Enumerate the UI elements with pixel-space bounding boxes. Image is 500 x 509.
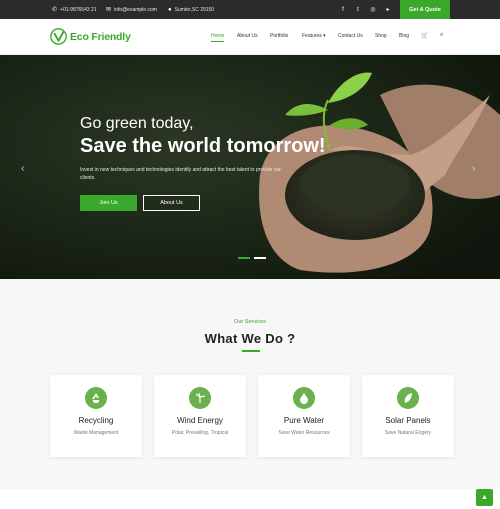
email-address[interactable]: info@example.com — [114, 7, 157, 13]
nav-home[interactable]: Home — [211, 33, 225, 42]
services-kicker: Our Services — [234, 319, 266, 325]
back-to-top-icon[interactable]: ▲ — [476, 489, 493, 506]
youtube-icon[interactable]: ▸ — [385, 6, 391, 13]
service-card-solar-panels[interactable]: Solar Panels Save Natural Engery — [362, 375, 454, 457]
service-subtitle: Waste Management — [73, 430, 119, 436]
service-card-pure-water[interactable]: Pure Water Save Water Resources — [258, 375, 350, 457]
map-marker-icon: ● — [168, 6, 172, 13]
hero-title: Save the world tomorrow! — [80, 135, 326, 157]
phone-number[interactable]: +01-9876543 21 — [60, 7, 97, 13]
service-card-recycling[interactable]: Recycling Waste Management — [50, 375, 142, 457]
service-title: Pure Water — [283, 416, 325, 425]
top-bar: ✆ +01-9876543 21 ✉ info@example.com ● Su… — [0, 0, 500, 19]
search-icon[interactable]: ⌕ — [440, 32, 443, 39]
hero-slider: ‹ › Go green today, Save the world tomor… — [0, 55, 500, 279]
phone-info[interactable]: ✆ +01-9876543 21 — [52, 0, 97, 19]
hero-text: Invest in new techniques and technologie… — [80, 167, 281, 181]
facebook-icon[interactable]: f — [340, 7, 346, 13]
site-header: Eco Friendly Home About Us Portfolio Fea… — [0, 19, 500, 55]
prev-slide-arrow-icon[interactable]: ‹ — [21, 163, 24, 174]
nav-about-us[interactable]: About Us — [237, 33, 258, 39]
nav-features-label: Features — [302, 33, 322, 39]
service-subtitle: Save Water Resources — [278, 430, 330, 436]
slider-dot-1[interactable] — [238, 257, 250, 259]
next-slide-arrow-icon[interactable]: › — [472, 163, 475, 174]
service-subtitle: Save Natural Engery — [384, 430, 432, 436]
service-title: Solar Panels — [385, 416, 431, 425]
nav-features[interactable]: Features ▾ — [302, 33, 326, 39]
recycle-icon — [85, 387, 107, 409]
envelope-icon: ✉ — [106, 7, 112, 13]
join-us-button[interactable]: Join Us — [80, 195, 137, 211]
footer-strip — [0, 489, 500, 509]
service-title: Wind Energy — [177, 416, 223, 425]
address-text: Sumter,SC 29150 — [174, 6, 215, 13]
twitter-icon[interactable]: t — [355, 7, 361, 13]
cart-icon[interactable]: 🛒 — [421, 32, 428, 39]
email-info[interactable]: ✉ info@example.com — [106, 0, 157, 19]
solar-leaf-icon — [397, 387, 419, 409]
nav-blog[interactable]: Blog — [399, 33, 409, 39]
services-title: What We Do ? — [204, 331, 296, 346]
instagram-icon[interactable]: ◎ — [370, 6, 376, 13]
nav-shop[interactable]: Shop — [375, 33, 387, 39]
title-underline — [242, 350, 260, 352]
get-a-quote-button[interactable]: Get A Quote — [400, 0, 450, 19]
service-title: Recycling — [78, 416, 114, 425]
hero-subtitle: Go green today, — [80, 115, 194, 132]
slider-dots — [238, 257, 266, 259]
main-nav: Home About Us Portfolio Features ▾ Conta… — [0, 19, 500, 55]
nav-contact-us[interactable]: Contact Us — [338, 33, 363, 39]
service-subtitle: Polar, Prevailing, Tropical — [171, 430, 229, 436]
water-drop-icon — [293, 387, 315, 409]
about-us-button[interactable]: About Us — [143, 195, 200, 211]
chevron-down-icon: ▾ — [323, 33, 326, 39]
address-info: ● Sumter,SC 29150 — [168, 0, 214, 19]
phone-icon: ✆ — [52, 7, 58, 13]
wind-turbine-icon — [189, 387, 211, 409]
social-links: f t ◎ ▸ — [340, 0, 391, 19]
slider-dot-2[interactable] — [254, 257, 266, 259]
nav-portfolio[interactable]: Portfolio — [270, 33, 288, 39]
services-section: Our Services What We Do ? Recycling Wast… — [0, 279, 500, 489]
service-card-wind-energy[interactable]: Wind Energy Polar, Prevailing, Tropical — [154, 375, 246, 457]
